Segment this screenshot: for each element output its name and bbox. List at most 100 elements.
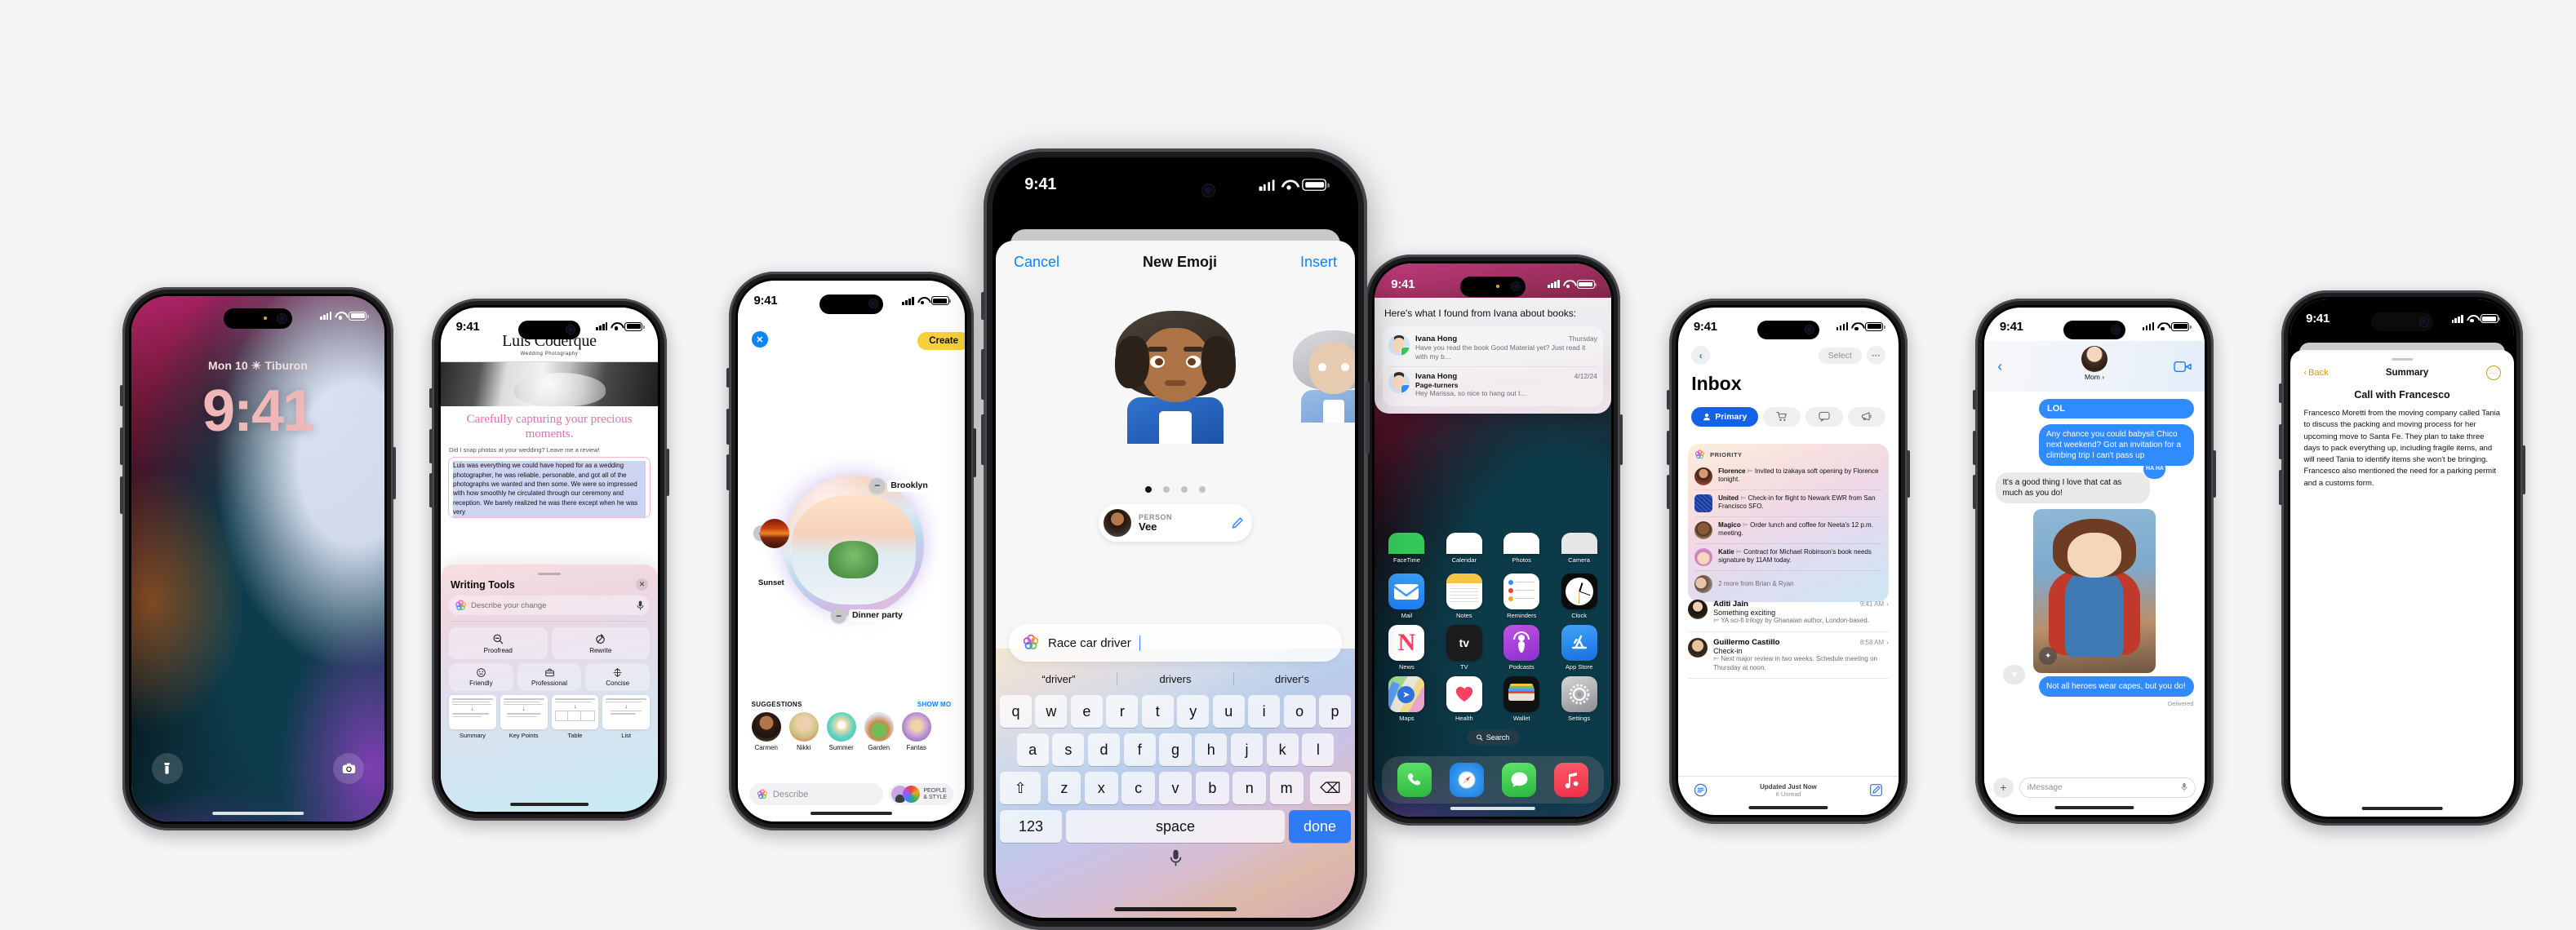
app-music[interactable] (1554, 763, 1589, 798)
people-and-style-button[interactable]: PEOPLE & STYLE (889, 783, 954, 806)
home-indicator[interactable] (1450, 806, 1536, 810)
key-x[interactable]: x (1084, 772, 1118, 804)
tab-primary[interactable]: Primary (1691, 406, 1759, 427)
key-t[interactable]: t (1141, 695, 1174, 728)
mute-switch[interactable] (429, 388, 433, 408)
page-dot[interactable] (1163, 486, 1170, 494)
app-photos[interactable]: Photos (1503, 532, 1540, 564)
priority-row[interactable]: Katie ⊨ Contract for Michael Robinson's … (1694, 542, 1882, 570)
key-h[interactable]: h (1195, 733, 1228, 766)
app-notes[interactable]: Notes (1446, 573, 1482, 619)
key-z[interactable]: z (1047, 772, 1081, 804)
home-indicator[interactable] (2361, 807, 2443, 811)
volume-down-button[interactable] (2279, 470, 2282, 505)
app-facetime[interactable]: FaceTime (1388, 532, 1425, 564)
home-search-button[interactable]: Search (1467, 729, 1519, 745)
app-podcasts[interactable]: Podcasts (1503, 624, 1540, 671)
suggestion-chip[interactable]: Carmen (751, 711, 781, 751)
mute-switch[interactable] (726, 368, 730, 388)
imessage-input[interactable]: iMessage (2019, 777, 2196, 798)
home-indicator[interactable] (1748, 805, 1828, 809)
sparkle-icon[interactable]: ✦ (2039, 647, 2058, 666)
create-button[interactable]: Create (917, 331, 965, 350)
key-g[interactable]: g (1159, 733, 1192, 766)
key-n[interactable]: n (1232, 772, 1267, 804)
volume-down-button[interactable] (120, 476, 123, 514)
mute-switch[interactable] (2279, 383, 2282, 403)
generated-image-bubble[interactable] (783, 475, 924, 617)
table-row[interactable]: Guillermo Castillo 8:58 AM › Check-in ⊨ N… (1688, 632, 1889, 680)
suggestion-2[interactable]: driver‘s (1234, 673, 1350, 685)
remove-icon[interactable]: − (830, 608, 846, 624)
power-button[interactable] (973, 428, 976, 477)
concept-tag-brooklyn[interactable]: − Brooklyn (869, 477, 931, 494)
app-messages[interactable] (1502, 763, 1537, 798)
key-q[interactable]: q (1000, 695, 1032, 728)
friendly-button[interactable]: Friendly (449, 663, 513, 692)
key-numbers[interactable]: 123 (1000, 810, 1062, 843)
show-more-button[interactable]: SHOW MO (917, 701, 951, 708)
page-dot[interactable] (1199, 486, 1206, 494)
app-news[interactable]: N News (1388, 624, 1425, 671)
key-shift[interactable]: ⇧ (1000, 772, 1041, 804)
volume-up-button[interactable] (2279, 424, 2282, 459)
volume-up-button[interactable] (1973, 431, 1976, 465)
app-settings[interactable]: Settings (1561, 675, 1597, 722)
app-wallet[interactable]: Wallet (1503, 675, 1540, 722)
volume-up-button[interactable] (1667, 431, 1670, 465)
emoji-carousel[interactable] (996, 305, 1355, 475)
power-button[interactable] (1366, 382, 1370, 454)
key-done[interactable]: done (1289, 810, 1351, 843)
key-i[interactable]: i (1248, 695, 1281, 728)
volume-down-button[interactable] (981, 414, 985, 465)
app-phone[interactable] (1397, 763, 1432, 798)
key-space[interactable]: space (1066, 810, 1285, 843)
app-camera[interactable]: Camera (1561, 532, 1597, 564)
back-button[interactable]: ‹ (1691, 346, 1711, 365)
app-tv[interactable]: tv TV (1446, 624, 1482, 671)
key-f[interactable]: f (1123, 733, 1156, 766)
key-j[interactable]: j (1230, 733, 1264, 766)
tab-transactions[interactable] (1763, 406, 1801, 427)
filter-icon[interactable] (1694, 783, 1708, 797)
key-w[interactable]: w (1035, 695, 1068, 728)
power-button[interactable] (666, 449, 669, 496)
genmoji-preview-next[interactable] (1293, 326, 1355, 423)
review-textarea[interactable]: Luis was everything we could have hoped … (448, 457, 651, 518)
conversation-contact[interactable]: Mom › (2081, 346, 2107, 381)
mute-switch[interactable] (1667, 390, 1670, 410)
mute-switch[interactable] (1973, 390, 1976, 410)
message-bubble[interactable]: Not all heroes wear capes, but you do! (2038, 676, 2194, 698)
key-a[interactable]: a (1016, 733, 1049, 766)
key-backspace[interactable]: ⌫ (1310, 772, 1351, 804)
message-bubble[interactable]: Any chance you could babysit Chico next … (2038, 424, 2194, 467)
tab-updates[interactable] (1805, 406, 1843, 427)
key-d[interactable]: d (1087, 733, 1121, 766)
more-circle-icon[interactable]: ⋯ (2485, 365, 2501, 381)
tapback-heart[interactable]: ♥ (2003, 665, 2026, 685)
remove-icon[interactable]: − (869, 477, 886, 494)
app-app-store[interactable]: App Store (1561, 624, 1597, 671)
key-k[interactable]: k (1266, 733, 1299, 766)
cancel-button[interactable]: Cancel (1014, 254, 1059, 271)
close-icon[interactable]: ✕ (636, 578, 648, 591)
close-icon[interactable]: ✕ (751, 331, 768, 348)
volume-down-button[interactable] (1667, 475, 1670, 509)
mute-switch[interactable] (120, 385, 123, 406)
select-button[interactable]: Select (1818, 347, 1862, 364)
app-clock[interactable]: Clock (1561, 573, 1597, 619)
power-button[interactable] (393, 447, 396, 499)
suggestion-0[interactable]: “driver” (1001, 673, 1117, 685)
list-item[interactable]: Ivana Hong Thursday Have you read the bo… (1388, 330, 1597, 366)
key-e[interactable]: e (1070, 695, 1103, 728)
suggestion-chip[interactable]: Nikki (788, 711, 819, 751)
volume-down-button[interactable] (429, 473, 433, 507)
priority-row[interactable]: United ⊨ Check-in for flight to Newark E… (1694, 489, 1882, 516)
app-maps[interactable]: ➤ Maps (1388, 675, 1425, 722)
summary-card[interactable]: ↓ Summary (449, 695, 496, 739)
mic-icon[interactable] (2181, 782, 2187, 792)
key-o[interactable]: o (1283, 695, 1316, 728)
emoji-prompt-input[interactable]: Race car driver (1009, 624, 1342, 662)
list-card[interactable]: ↓ List (602, 695, 650, 739)
key-b[interactable]: b (1195, 772, 1229, 804)
